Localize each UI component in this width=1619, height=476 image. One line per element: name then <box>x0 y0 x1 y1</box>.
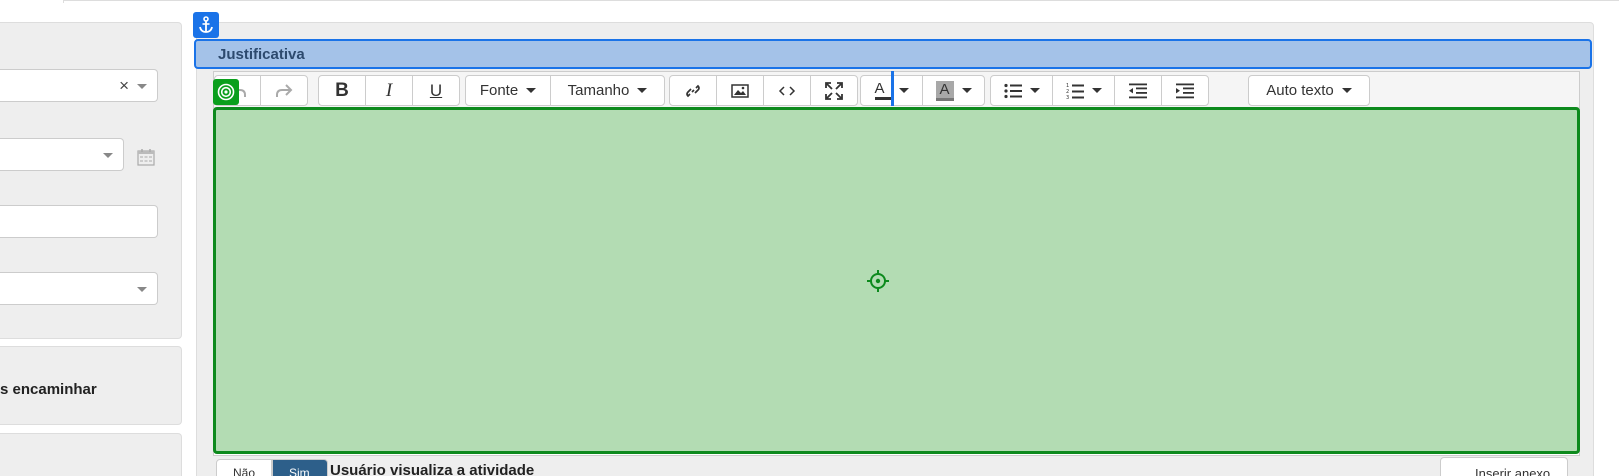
toggle-no[interactable]: Não <box>216 459 272 476</box>
forward-label: s encaminhar <box>0 381 97 398</box>
image-button[interactable] <box>716 75 764 106</box>
bold-button[interactable]: B <box>318 75 366 106</box>
chevron-down-icon <box>637 88 648 93</box>
link-icon <box>686 84 700 97</box>
visibility-toggle[interactable]: Não Sim <box>216 459 328 476</box>
format-group: B I U <box>318 75 460 106</box>
bold-icon: B <box>335 79 349 101</box>
autotext-group: Auto texto <box>1248 75 1370 106</box>
chevron-down-icon <box>526 88 537 93</box>
color-group: A A <box>860 75 985 106</box>
chevron-down-icon[interactable] <box>137 287 147 292</box>
text-cursor-marker <box>891 71 894 106</box>
font-color-icon: A <box>874 81 891 100</box>
indent-icon <box>1176 83 1194 98</box>
numbered-list-icon: 123 <box>1066 83 1084 100</box>
tab-strip-line <box>63 0 1619 3</box>
insert-group <box>669 75 858 106</box>
section-header: Justificativa <box>194 39 1592 69</box>
list-group: 123 <box>990 75 1209 106</box>
code-button[interactable] <box>763 75 811 106</box>
chevron-down-icon <box>1341 88 1352 93</box>
anchor-icon[interactable] <box>193 12 219 38</box>
image-icon <box>731 83 749 98</box>
toggle-yes[interactable]: Sim <box>272 459 328 476</box>
indent-button[interactable] <box>1161 75 1209 106</box>
select-field-2[interactable] <box>0 272 158 305</box>
font-label: Fonte <box>479 82 519 99</box>
editor-toolbar: B I U Fonte Tamanho A A 1 2 3 Auto texto <box>214 72 1579 108</box>
code-icon <box>778 85 796 96</box>
chevron-down-icon[interactable] <box>137 84 147 89</box>
crosshair-icon <box>867 270 889 292</box>
select-field-1[interactable]: × <box>0 69 158 102</box>
italic-button[interactable]: I <box>365 75 413 106</box>
italic-icon: I <box>385 79 393 101</box>
underline-icon: U <box>429 80 443 100</box>
visibility-label: Usuário visualiza a atividade <box>330 462 535 476</box>
outdent-icon <box>1129 83 1147 98</box>
autotext-label: Auto texto <box>1266 82 1334 99</box>
tab-strip-stub <box>0 0 64 3</box>
editor-content-area[interactable] <box>213 107 1580 454</box>
font-group: Fonte Tamanho <box>465 75 665 106</box>
size-dropdown[interactable]: Tamanho <box>550 75 665 106</box>
underline-button[interactable]: U <box>412 75 460 106</box>
calendar-icon[interactable] <box>137 148 155 166</box>
redo-button[interactable] <box>260 75 308 106</box>
text-field[interactable] <box>0 205 158 238</box>
target-icon[interactable] <box>213 79 239 105</box>
attachment-button[interactable]: Inserir anexo <box>1440 457 1568 476</box>
lower-panel <box>0 433 182 476</box>
fullscreen-button[interactable] <box>810 75 858 106</box>
bullet-list-icon <box>1003 83 1022 98</box>
chevron-down-icon <box>1029 88 1040 93</box>
size-label: Tamanho <box>567 82 630 99</box>
redo-icon <box>276 83 293 97</box>
link-button[interactable] <box>669 75 717 106</box>
date-select-field[interactable] <box>0 138 124 171</box>
font-dropdown[interactable]: Fonte <box>465 75 551 106</box>
clear-icon[interactable]: × <box>119 76 129 96</box>
outdent-button[interactable] <box>1114 75 1162 106</box>
forward-panel: s encaminhar <box>0 346 182 425</box>
bullet-list-button[interactable] <box>990 75 1053 106</box>
chevron-down-icon <box>961 88 972 93</box>
chevron-down-icon <box>898 88 909 93</box>
highlight-color-button[interactable]: A <box>922 75 985 106</box>
chevron-down-icon[interactable] <box>103 153 113 158</box>
chevron-down-icon <box>1091 88 1102 93</box>
svg-text:3: 3 <box>1066 95 1069 100</box>
numbered-list-button[interactable]: 123 <box>1052 75 1115 106</box>
autotext-dropdown[interactable]: Auto texto <box>1248 75 1370 106</box>
fullscreen-icon <box>825 81 843 100</box>
page: × s encaminhar Justificativa B I U Fonte… <box>0 0 1619 476</box>
section-title: Justificativa <box>218 46 305 63</box>
highlight-color-icon: A <box>935 80 954 101</box>
